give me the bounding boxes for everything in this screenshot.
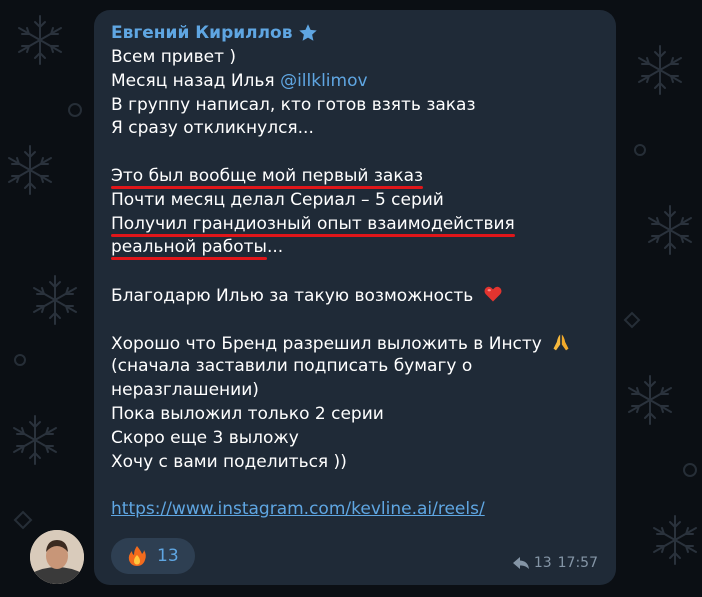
star-icon bbox=[297, 22, 319, 44]
message-time: 17:57 bbox=[557, 555, 598, 571]
message-bubble[interactable]: Евгений Кириллов Всем привет ) Месяц наз… bbox=[94, 10, 616, 585]
text-line: неразглашении) bbox=[111, 380, 259, 401]
text-line: Хочу с вами поделиться )) bbox=[111, 451, 347, 472]
text-line: Почти месяц делал Сериал – 5 серий bbox=[111, 189, 444, 210]
text-line: Благодарю Илью за такую возможность bbox=[111, 284, 601, 308]
folded-hands-icon bbox=[551, 332, 571, 352]
text-segment: Хорошо что Бренд разрешил выложить в Инс… bbox=[111, 333, 542, 354]
text-line: Скоро еще 3 выложу bbox=[111, 427, 299, 448]
text-line: Получил грандиозный опыт взаимодействия bbox=[111, 213, 601, 237]
sender-avatar[interactable] bbox=[30, 530, 84, 584]
highlighted-text: Получил грандиозный опыт взаимодействия bbox=[111, 213, 515, 234]
text-line: В группу написал, кто готов взять заказ bbox=[111, 94, 476, 115]
heart-icon bbox=[483, 284, 503, 304]
highlighted-text: Это был вообще мой первый заказ bbox=[111, 165, 424, 186]
sender-header: Евгений Кириллов bbox=[111, 20, 319, 46]
text-line: Пока выложил только 2 серии bbox=[111, 403, 384, 424]
reaction-button[interactable]: 13 bbox=[111, 538, 195, 574]
message-meta: 13 17:57 bbox=[512, 555, 598, 571]
text-line: Хорошо что Бренд разрешил выложить в Инс… bbox=[111, 332, 601, 356]
text-line: Я сразу откликнулся... bbox=[111, 118, 314, 139]
sender-name[interactable]: Евгений Кириллов bbox=[111, 23, 293, 43]
instagram-link[interactable]: https://www.instagram.com/kevline.ai/ree… bbox=[111, 499, 485, 519]
text-line: Месяц назад Илья @illklimov bbox=[111, 70, 601, 94]
text-segment: ... bbox=[266, 237, 284, 258]
message-text: Всем привет ) Месяц назад Илья @illklimo… bbox=[111, 46, 601, 522]
text-line: реальной работы... bbox=[111, 236, 601, 260]
highlighted-text: реальной работы bbox=[111, 237, 267, 258]
text-segment: Благодарю Илью за такую возможность bbox=[111, 285, 474, 306]
fire-icon bbox=[127, 545, 147, 567]
forward-count: 13 bbox=[533, 555, 552, 571]
text-line: Это был вообще мой первый заказ bbox=[111, 165, 601, 189]
avatar-photo bbox=[30, 530, 84, 584]
reaction-count: 13 bbox=[157, 546, 179, 566]
text-line: https://www.instagram.com/kevline.ai/ree… bbox=[111, 498, 601, 522]
text-line: Всем привет ) bbox=[111, 47, 237, 67]
text-segment: Месяц назад Илья bbox=[111, 70, 281, 91]
text-line: (сначала заставили подписать бумагу о bbox=[111, 356, 473, 377]
forward-icon bbox=[512, 556, 530, 570]
user-mention-link[interactable]: @illklimov bbox=[280, 71, 367, 91]
